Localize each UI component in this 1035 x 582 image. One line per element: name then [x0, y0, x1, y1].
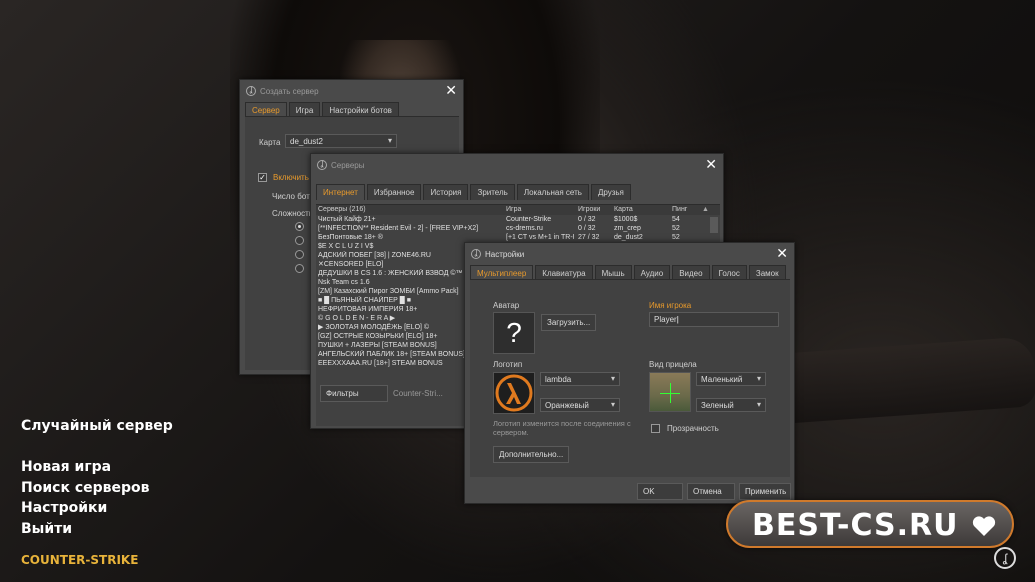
server-list-scrollbar[interactable]: [710, 217, 718, 233]
settings-window: ʆ Настройки ✕ Мультиплеер Клавиатура Мыш…: [464, 242, 795, 504]
crosshair-label: Вид прицела: [649, 360, 697, 369]
close-icon[interactable]: ✕: [776, 246, 788, 260]
steam-icon: ʆ: [317, 160, 327, 170]
settings-menu-item[interactable]: Настройки: [21, 500, 107, 516]
game-filter-text: Counter-Stri...: [393, 389, 443, 398]
map-cell: $1000$: [614, 216, 638, 223]
crosshair-color-value: Зеленый: [701, 401, 734, 410]
player-name-input[interactable]: Player|: [649, 312, 779, 327]
difficulty-label: Сложность: [272, 209, 313, 218]
server-name-cell: [**INFECTION** Resident Evil - 2] - [FRE…: [318, 225, 479, 232]
steam-logo-icon[interactable]: ʆ: [994, 547, 1016, 569]
servers-titlebar[interactable]: ʆ Серверы: [311, 154, 723, 176]
avatar-label: Аватар: [493, 301, 520, 310]
ping-cell: 52: [672, 234, 680, 241]
table-row[interactable]: Чистый Кайф 21+ Counter-Strike 0 / 32 $1000…: [316, 215, 720, 224]
server-list-header: Серверы (216) Игра Игроки Карта Пинг ▲: [316, 205, 720, 215]
logo-select[interactable]: lambda: [540, 372, 620, 386]
best-cs-badge: BEST-CS.RU: [726, 500, 1014, 548]
scroll-up-icon[interactable]: ▲: [702, 205, 709, 215]
random-server-menu-item[interactable]: Случайный сервер: [21, 418, 173, 434]
advanced-button[interactable]: Дополнительно...: [493, 446, 570, 463]
background-rifle: [777, 336, 1035, 424]
game-cell: [+1 CT vs M+1 in TR-I: [506, 234, 575, 241]
logo-color-value: Оранжевый: [545, 401, 589, 410]
difficulty-radio-2[interactable]: [295, 236, 304, 245]
ping-cell: 54: [672, 216, 680, 223]
steam-icon: ʆ: [471, 249, 481, 259]
badge-text: BEST-CS.RU: [752, 508, 959, 543]
players-cell: 0 / 32: [578, 225, 596, 232]
exit-menu-item[interactable]: Выйти: [21, 521, 72, 537]
server-name-cell: Чистый Кайф 21+: [318, 216, 376, 223]
tab-spectate[interactable]: Зритель: [470, 184, 515, 200]
apply-button[interactable]: Применить: [739, 483, 791, 500]
heart-icon: [972, 516, 996, 536]
crosshair-color-select[interactable]: Зеленый: [696, 398, 766, 412]
difficulty-radio-4[interactable]: [295, 264, 304, 273]
avatar-placeholder[interactable]: ?: [493, 312, 535, 354]
game-cell: cs-drems.ru: [506, 225, 543, 232]
enable-checkbox[interactable]: ✓: [258, 173, 267, 182]
map-select[interactable]: de_dust2: [285, 134, 397, 148]
cancel-button[interactable]: Отмена: [687, 483, 735, 500]
window-title: Создать сервер: [260, 86, 319, 96]
logo-value: lambda: [545, 375, 572, 384]
settings-titlebar[interactable]: ʆ Настройки: [465, 243, 794, 265]
tab-history[interactable]: История: [423, 184, 469, 200]
tab-lan[interactable]: Локальная сеть: [516, 184, 589, 200]
window-title: Серверы: [331, 160, 365, 170]
close-icon[interactable]: ✕: [445, 83, 457, 97]
bots-count-label: Число бот: [272, 192, 310, 201]
difficulty-radio-3[interactable]: [295, 250, 304, 259]
game-cell: Counter-Strike: [506, 216, 552, 223]
counter-strike-logo: COUNTER-STRIKE: [21, 553, 139, 567]
map-label: Карта: [259, 138, 281, 147]
steam-icon: ʆ: [246, 86, 256, 96]
player-name-label: Имя игрока: [649, 301, 692, 310]
server-name-cell: БезПонтовые 18+ ®: [318, 234, 383, 241]
tab-friends[interactable]: Друзья: [590, 184, 631, 200]
filters-button[interactable]: Фильтры: [320, 385, 388, 402]
map-cell: zm_crep: [614, 225, 641, 232]
transparency-label: Прозрачность: [667, 424, 719, 433]
difficulty-radio-1[interactable]: [295, 222, 304, 231]
lambda-logo-icon: [493, 372, 535, 414]
players-cell: 0 / 32: [578, 216, 596, 223]
create-server-titlebar[interactable]: ʆ Создать сервер: [240, 80, 463, 102]
logo-color-select[interactable]: Оранжевый: [540, 398, 620, 412]
find-servers-menu-item[interactable]: Поиск серверов: [21, 480, 150, 496]
map-cell: de_dust2: [614, 234, 643, 241]
crosshair-size-value: Маленький: [701, 375, 743, 384]
logo-label: Логотип: [493, 360, 523, 369]
tab-favorites[interactable]: Избранное: [366, 184, 422, 200]
crosshair-preview: [649, 372, 691, 412]
col-servers[interactable]: Серверы (216): [316, 205, 506, 215]
players-cell: 27 / 32: [578, 234, 600, 241]
window-title: Настройки: [485, 249, 525, 259]
logo-note: Логотип изменится после соединения с сер…: [493, 419, 631, 437]
ping-cell: 52: [672, 225, 680, 232]
upload-button[interactable]: Загрузить...: [541, 314, 597, 331]
tab-internet[interactable]: Интернет: [316, 184, 365, 200]
enable-label: Включить: [273, 173, 309, 182]
map-value: de_dust2: [290, 137, 323, 146]
settings-panel: Аватар ? Загрузить... Имя игрока Player|…: [470, 279, 790, 477]
crosshair-size-select[interactable]: Маленький: [696, 372, 766, 386]
new-game-menu-item[interactable]: Новая игра: [21, 459, 111, 475]
table-row[interactable]: [**INFECTION** Resident Evil - 2] - [FRE…: [316, 224, 720, 233]
col-players[interactable]: Игроки: [578, 205, 614, 215]
player-name-value: Player: [654, 315, 677, 324]
close-icon[interactable]: ✕: [705, 157, 717, 171]
col-game[interactable]: Игра: [506, 205, 578, 215]
col-ping[interactable]: Пинг: [672, 205, 702, 215]
ok-button[interactable]: OK: [637, 483, 683, 500]
col-map[interactable]: Карта: [614, 205, 672, 215]
table-row[interactable]: БезПонтовые 18+ ® [+1 CT vs M+1 in TR-I 27…: [316, 233, 720, 242]
servers-tabs: Интернет Избранное История Зритель Локал…: [311, 184, 723, 200]
transparency-checkbox[interactable]: [651, 424, 660, 433]
